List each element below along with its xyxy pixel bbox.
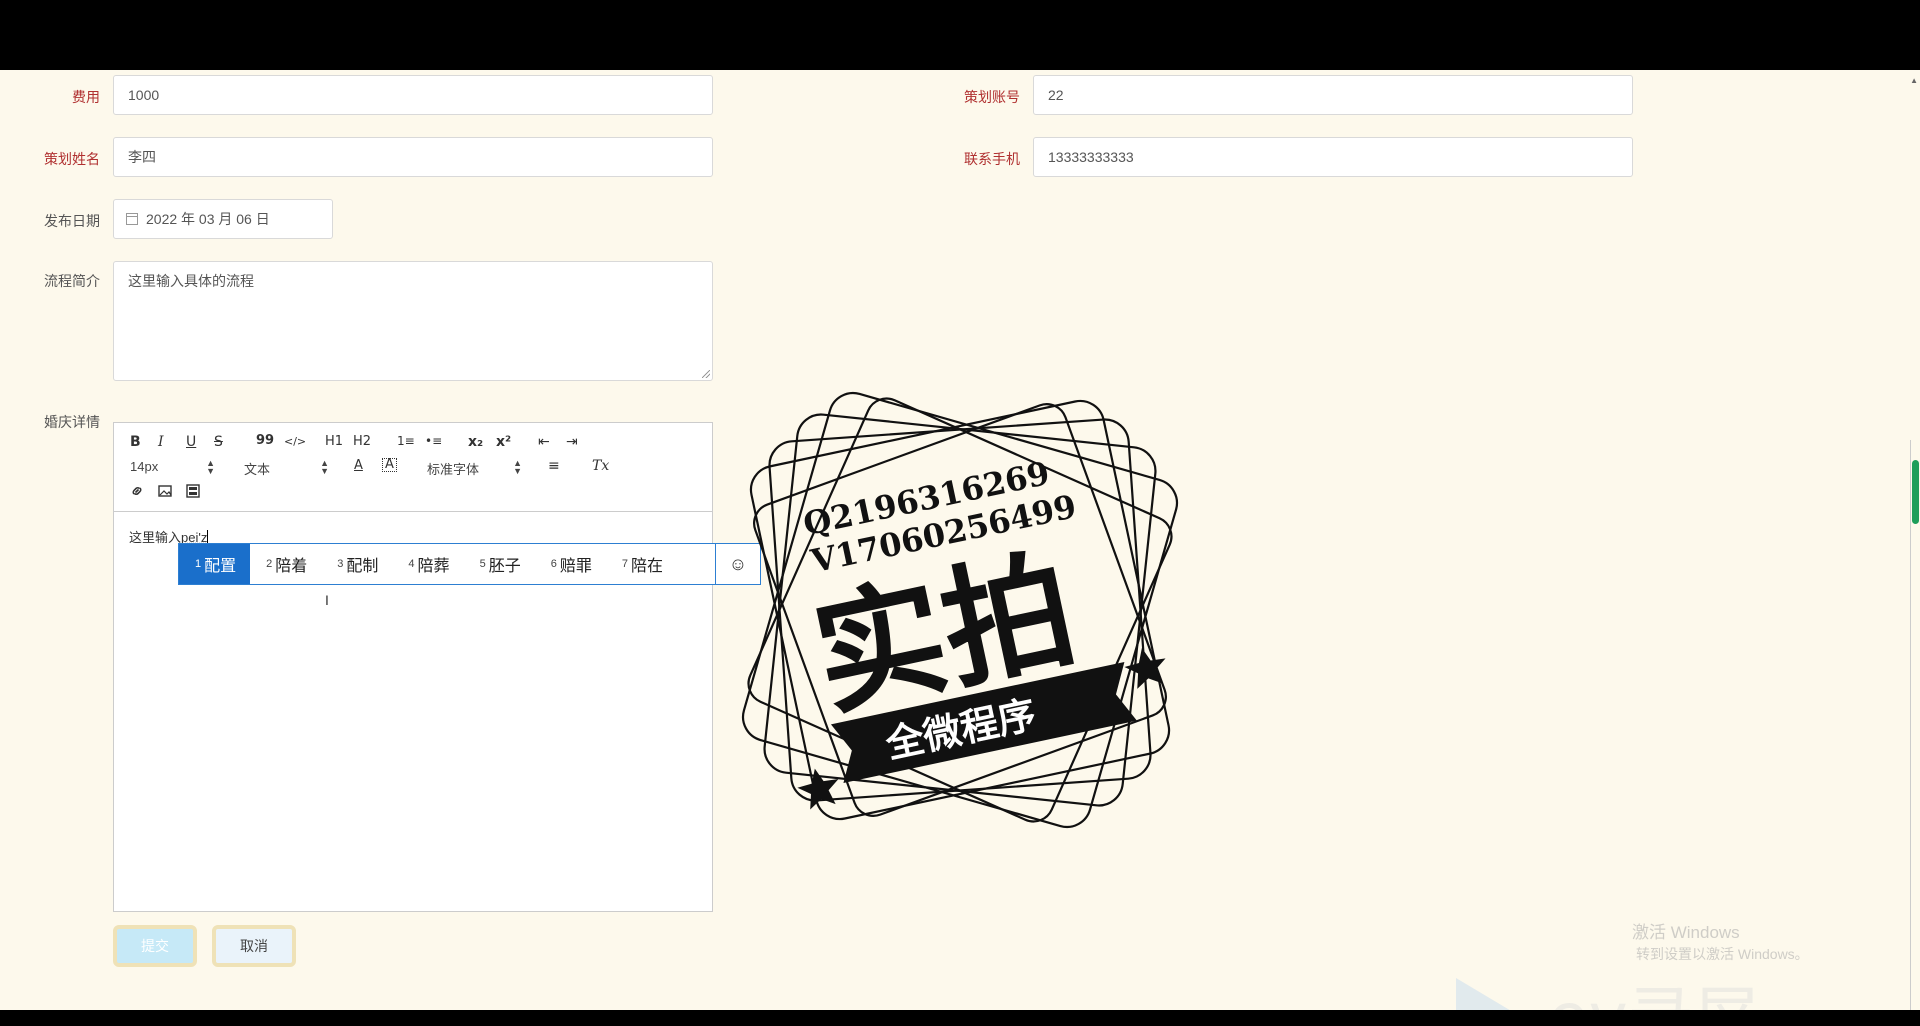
recorder-brand: ev录屏 (1548, 979, 1760, 1010)
star-icon (797, 768, 839, 810)
contact-phone-input[interactable]: 13333333333 (1033, 137, 1633, 177)
h2-button[interactable]: H2 (353, 434, 371, 449)
planner-account-input[interactable]: 22 (1033, 75, 1633, 115)
ime-candidate-bar: 1 配置 2 陪着 3 配制 4 陪葬 5 胚子 6 赔罪 7 陪在 ☺ (178, 543, 761, 585)
outdent-button[interactable]: ⇤ (538, 434, 550, 450)
video-icon[interactable] (185, 483, 201, 499)
strike-button[interactable]: S (214, 434, 223, 450)
select-arrows-icon: ▲ ▼ (320, 458, 329, 476)
block-type-select[interactable]: 文本 ▲ ▼ (244, 459, 329, 478)
font-size-value: 14px (130, 459, 159, 474)
editor-toolbar: B I U S 99 </> H1 H2 1≡ •≡ x₂ x² ⇤ ⇥ 14p… (114, 423, 712, 512)
contact-phone-value: 13333333333 (1048, 149, 1134, 165)
subscript-button[interactable]: x₂ (468, 434, 483, 450)
top-black-bar (0, 0, 1920, 70)
select-arrows-icon: ▲ ▼ (513, 458, 522, 476)
align-button[interactable]: ≡ (548, 458, 560, 474)
ime-candidate[interactable]: 7 陪在 (606, 544, 677, 584)
ime-candidate[interactable]: 6 赔罪 (535, 544, 606, 584)
link-icon[interactable] (129, 483, 145, 499)
ordered-list-button[interactable]: 1≡ (397, 434, 415, 448)
planner-name-value: 李四 (128, 149, 156, 165)
scroll-up-icon[interactable]: ▲ (1910, 76, 1918, 85)
scrollbar-thumb[interactable] (1912, 460, 1919, 524)
font-family-value: 标准字体 (427, 462, 480, 477)
h1-button[interactable]: H1 (325, 434, 343, 449)
publish-date-picker[interactable]: 2022 年 03 月 06 日 (113, 199, 333, 239)
resize-grip-icon[interactable] (702, 370, 710, 378)
scrollbar-divider (1910, 440, 1911, 1010)
ime-candidate[interactable]: 2 陪着 (250, 544, 321, 584)
code-button[interactable]: </> (284, 435, 306, 448)
planner-name-label: 策划姓名 (44, 151, 100, 167)
contact-phone-label: 联系手机 (964, 151, 1020, 167)
font-family-select[interactable]: 标准字体 ▲ ▼ (427, 459, 522, 478)
ime-candidate[interactable]: 3 配制 (321, 544, 392, 584)
planner-account-label: 策划账号 (964, 89, 1020, 105)
block-type-value: 文本 (244, 462, 271, 477)
process-intro-label: 流程简介 (44, 273, 100, 289)
rich-text-editor[interactable]: B I U S 99 </> H1 H2 1≡ •≡ x₂ x² ⇤ ⇥ 14p… (113, 422, 713, 912)
text-caret (207, 530, 209, 544)
font-size-select[interactable]: 14px ▲ ▼ (130, 458, 215, 476)
blockquote-button[interactable]: 99 (256, 433, 274, 448)
activate-windows-sub: 转到设置以激活 Windows。 (1636, 946, 1809, 962)
process-intro-value: 这里输入具体的流程 (128, 273, 254, 289)
submit-button[interactable]: 提交 (113, 925, 197, 967)
fee-value: 1000 (128, 87, 160, 103)
ime-candidate[interactable]: 5 胚子 (464, 544, 535, 584)
wedding-details-label: 婚庆详情 (44, 414, 100, 430)
select-arrows-icon: ▲ ▼ (206, 458, 215, 476)
publish-date-value: 2022 年 03 月 06 日 (146, 211, 270, 227)
stamp-watermark: Q2196316269 V17060256499 实拍 全微程序 (741, 391, 1179, 829)
publish-date-label: 发布日期 (44, 213, 100, 229)
ime-candidate[interactable]: 1 配置 (179, 544, 251, 584)
calendar-icon (126, 213, 138, 225)
planner-name-input[interactable]: 李四 (113, 137, 713, 177)
fee-label: 费用 (72, 89, 100, 105)
cancel-button[interactable]: 取消 (212, 925, 296, 967)
ime-candidate[interactable]: 4 陪葬 (392, 544, 463, 584)
text-color-button[interactable]: A (354, 458, 363, 473)
process-intro-textarea[interactable]: 这里输入具体的流程 (113, 261, 713, 381)
bold-button[interactable]: B (130, 434, 141, 450)
superscript-button[interactable]: x² (496, 434, 511, 450)
i-beam-cursor-icon: I (325, 592, 329, 608)
clear-format-button[interactable]: Tx (592, 458, 609, 474)
indent-button[interactable]: ⇥ (566, 434, 578, 450)
underline-button[interactable]: U (186, 434, 196, 450)
fee-input[interactable]: 1000 (113, 75, 713, 115)
activate-windows-title: 激活 Windows (1632, 923, 1740, 942)
form-page: 费用 1000 策划账号 22 策划姓名 李四 联系手机 13333333333… (0, 70, 1920, 1010)
scrollbar[interactable]: ▲ (1910, 70, 1920, 1010)
planner-account-value: 22 (1048, 87, 1064, 103)
italic-button[interactable]: I (158, 434, 164, 450)
bullet-list-button[interactable]: •≡ (425, 434, 442, 448)
ev-recorder-logo: ev录屏 (1456, 978, 1760, 1010)
bottom-black-bar (0, 1010, 1920, 1026)
image-icon[interactable] (157, 483, 173, 499)
bg-color-button[interactable]: A (382, 458, 397, 472)
editor-text: 这里输入 (129, 530, 182, 545)
